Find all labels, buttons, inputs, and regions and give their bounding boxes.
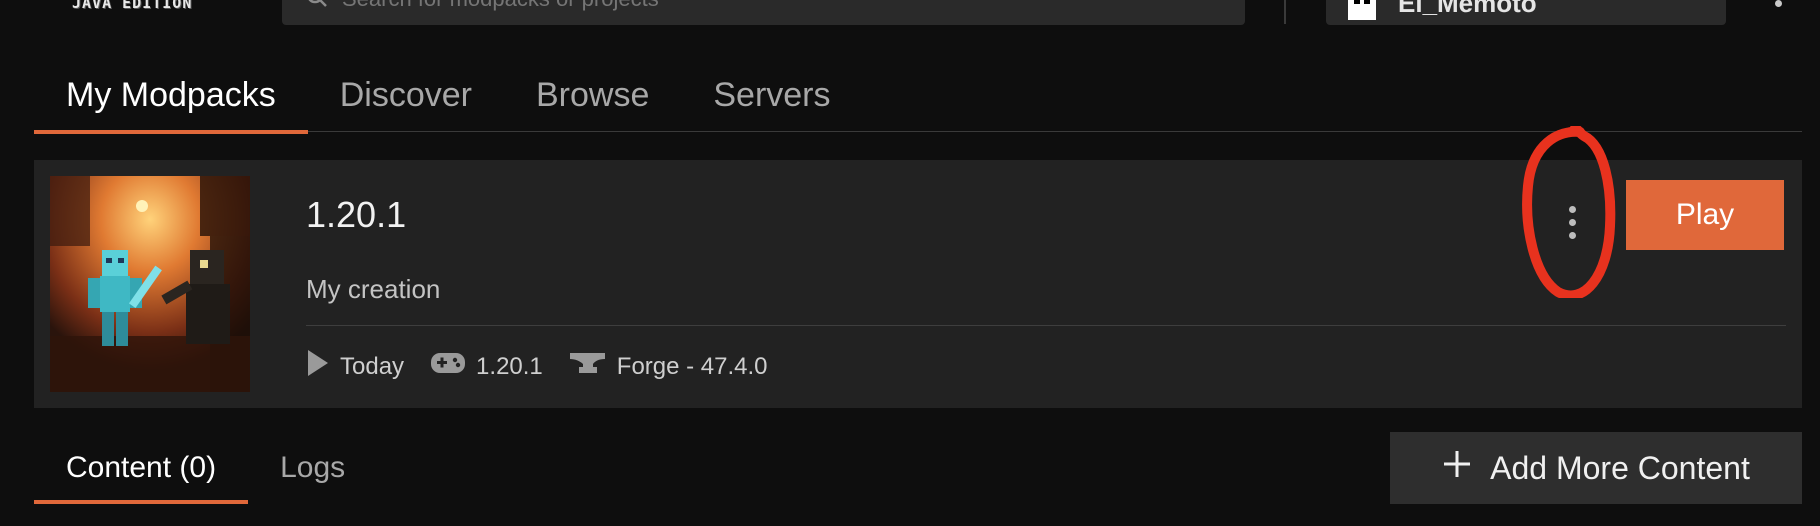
last-played-text: Today [340,352,405,380]
main-tabs: My Modpacks Discover Browse Servers [34,58,1802,134]
play-triangle-icon [306,348,330,385]
tab-content[interactable]: Content (0) [34,432,249,504]
anvil-icon [569,350,607,383]
modpack-description: My creation [306,274,441,304]
search-box[interactable] [282,0,1245,25]
play-button[interactable]: Play [1626,180,1784,250]
add-more-content-button[interactable]: Add More Content [1390,432,1802,504]
more-vertical-icon [1568,205,1576,213]
card-divider [306,325,1786,326]
search-icon [306,0,328,13]
add-more-content-label: Add More Content [1490,449,1750,486]
modpack-thumbnail [50,176,250,392]
search-input[interactable] [342,0,1222,14]
top-divider [1284,0,1286,24]
mod-loader: Forge - 47.4.0 [569,350,768,383]
modpack-name: 1.20.1 [306,194,407,235]
plus-icon [1442,449,1472,487]
top-menu-icon[interactable] [1775,0,1782,7]
account-selector[interactable]: El_Memoto [1326,0,1726,25]
sub-tabs: Content (0) Logs [34,432,377,504]
minecraft-version-text: 1.20.1 [476,352,543,380]
gamepad-icon [430,351,466,382]
modpack-meta: Today 1.20.1 Forge - 47.4.0 [306,348,768,385]
tab-my-modpacks[interactable]: My Modpacks [34,58,308,134]
logo-subtext: JAVA EDITION [72,0,193,12]
avatar [1348,0,1376,20]
tab-servers[interactable]: Servers [681,58,862,132]
last-played: Today [306,348,404,385]
tab-browse[interactable]: Browse [504,58,681,132]
more-options-button[interactable] [1552,182,1592,262]
minecraft-version: 1.20.1 [430,351,543,382]
tab-logs[interactable]: Logs [248,432,377,504]
tab-discover[interactable]: Discover [308,58,504,132]
modpack-card: 1.20.1 My creation Today 1.20.1 Forge - … [34,160,1802,408]
mod-loader-text: Forge - 47.4.0 [616,352,768,380]
account-name: El_Memoto [1398,0,1537,18]
